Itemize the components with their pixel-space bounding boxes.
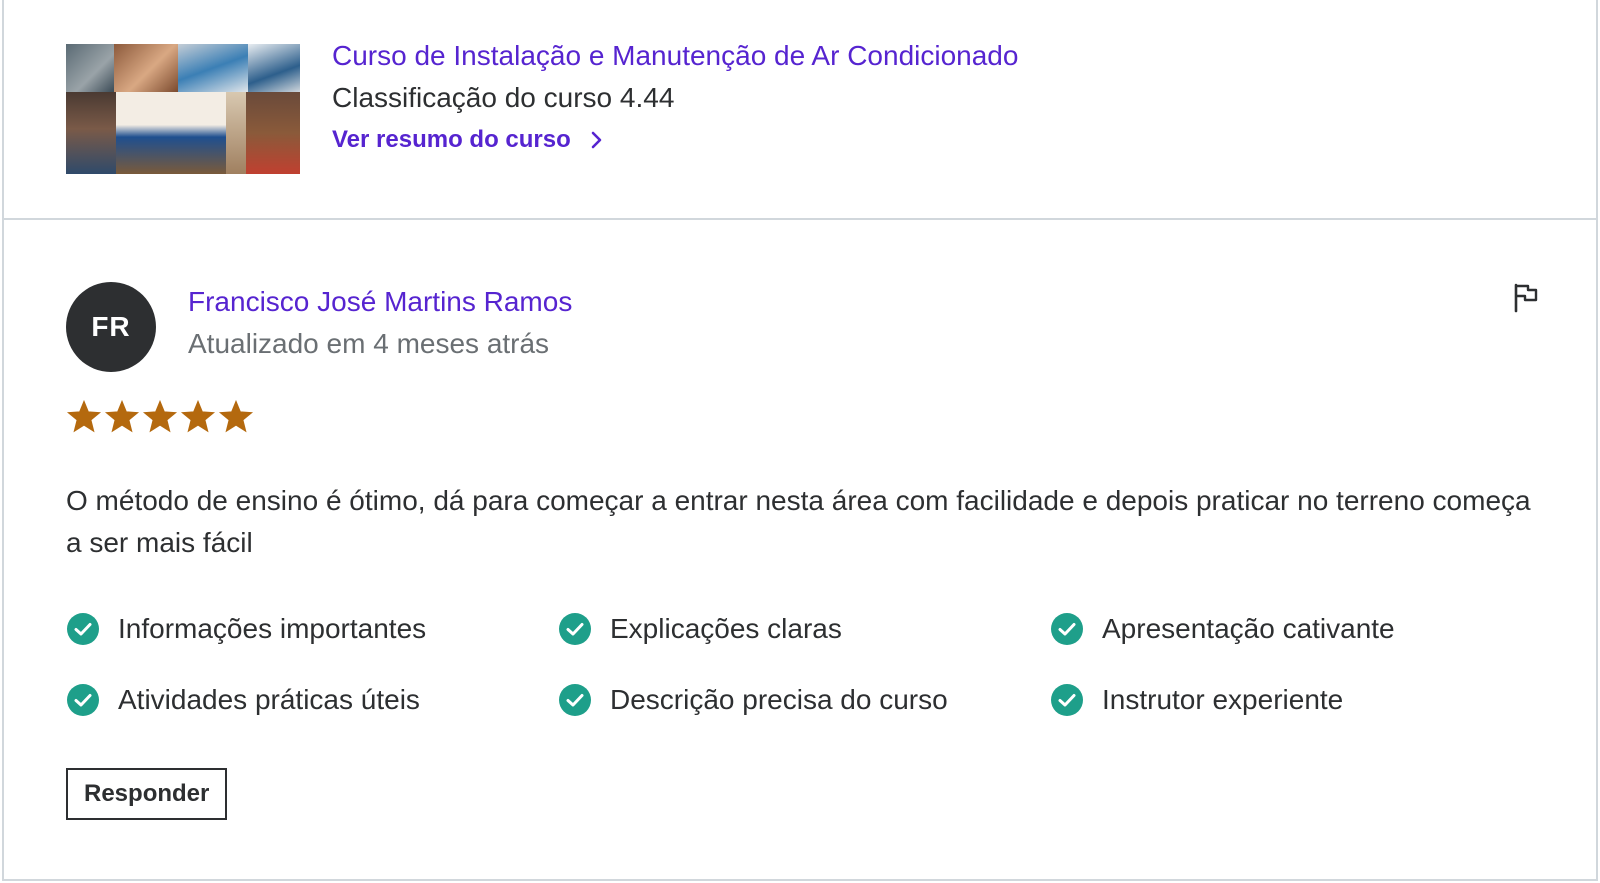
check-circle-icon: [559, 684, 591, 716]
thumbnail-tile: [246, 92, 300, 174]
thumbnail-tile: [114, 44, 178, 92]
thumbnail-tile: [248, 44, 300, 92]
chevron-right-icon: [591, 131, 602, 149]
avatar-initials: FR: [91, 311, 131, 342]
thumbnail-tile: [226, 92, 246, 174]
avatar: FR: [66, 282, 156, 372]
star-icon: [104, 400, 140, 433]
course-thumbnail[interactable]: [66, 44, 300, 174]
review-attribute: Instrutor experiente: [1050, 683, 1343, 717]
star-rating: [66, 400, 256, 434]
review-attribute-label: Descrição precisa do curso: [610, 684, 948, 715]
review-card: Curso de Instalação e Manutenção de Ar C…: [2, 0, 1598, 881]
thumbnail-tile: [116, 92, 226, 174]
star-icon: [66, 400, 102, 433]
view-course-summary-label: Ver resumo do curso: [332, 126, 571, 153]
course-rating: Classificação do curso 4.44: [332, 82, 675, 113]
review-attribute: Explicações claras: [558, 612, 842, 646]
review-attribute: Descrição precisa do curso: [558, 683, 948, 717]
review-attribute-label: Informações importantes: [118, 613, 427, 644]
check-circle-icon: [67, 613, 99, 645]
review-attribute-label: Atividades práticas úteis: [118, 684, 420, 715]
star-icon: [180, 400, 216, 433]
course-header: Curso de Instalação e Manutenção de Ar C…: [4, 0, 1596, 220]
flag-icon[interactable]: [1512, 283, 1540, 313]
reviewer-name[interactable]: Francisco José Martins Ramos: [188, 286, 572, 318]
check-circle-icon: [559, 613, 591, 645]
star-icon: [218, 400, 254, 433]
check-circle-icon: [1051, 613, 1083, 645]
thumbnail-tile: [66, 44, 114, 92]
course-title-link[interactable]: Curso de Instalação e Manutenção de Ar C…: [332, 40, 1018, 72]
thumbnail-tile: [178, 44, 248, 92]
reply-button[interactable]: Responder: [66, 768, 228, 820]
review-timestamp: Atualizado em 4 meses atrás: [188, 328, 550, 359]
check-circle-icon: [1051, 684, 1083, 716]
review-attribute: Atividades práticas úteis: [66, 683, 420, 717]
view-course-summary-link[interactable]: Ver resumo do curso: [332, 126, 603, 154]
review-attribute: Apresentação cativante: [1050, 612, 1395, 646]
check-circle-icon: [67, 684, 99, 716]
review-text: O método de ensino é ótimo, dá para come…: [66, 485, 1531, 558]
review-attribute-label: Instrutor experiente: [1102, 684, 1344, 715]
star-icon: [142, 400, 178, 433]
review-attribute: Informações importantes: [66, 612, 426, 646]
review-attribute-label: Apresentação cativante: [1102, 613, 1395, 644]
thumbnail-tile: [66, 92, 116, 174]
review-attribute-label: Explicações claras: [610, 613, 842, 644]
